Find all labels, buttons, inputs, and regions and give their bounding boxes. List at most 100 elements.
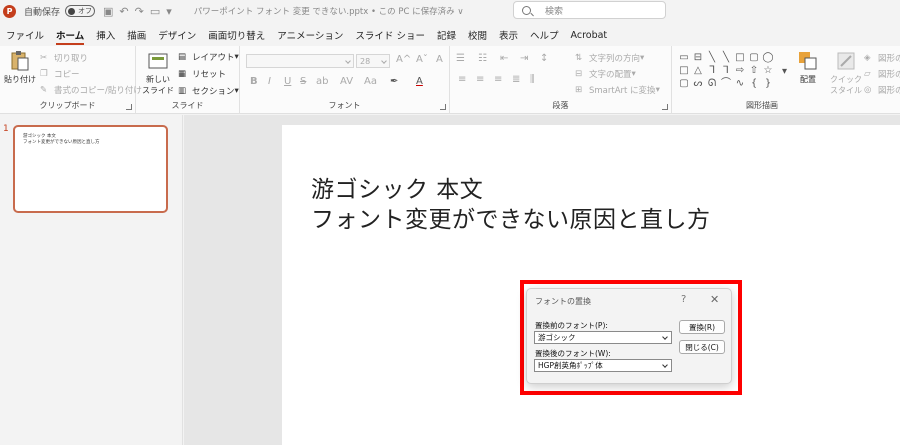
highlight-color-icon[interactable]: ✒ <box>390 76 398 87</box>
rounded-rect-shape-icon[interactable]: ▢ <box>747 51 761 64</box>
clipboard-launcher-icon[interactable] <box>126 104 132 110</box>
brush-icon: ✎ <box>40 85 48 95</box>
arc-shape-icon[interactable]: ⌒ <box>719 77 733 90</box>
tab-help[interactable]: ヘルプ <box>524 26 565 44</box>
tab-record[interactable]: 記録 <box>431 26 462 44</box>
slide-thumbnail[interactable]: 游ゴシック 本文 フォント変更ができない原因と直し方 <box>13 125 168 213</box>
replace-button[interactable]: 置換(R) <box>679 320 725 334</box>
char-spacing-icon[interactable]: AV <box>340 76 353 87</box>
italic-button[interactable]: I <box>268 76 271 87</box>
slide-text-box[interactable]: 游ゴシック 本文 フォント変更ができない原因と直し方 <box>311 175 711 235</box>
undo-icon[interactable]: ↶ <box>119 5 128 18</box>
document-title[interactable]: パワーポイント フォント 変更 できない.pptx • この PC に保存済み … <box>194 5 464 17</box>
clear-format-icon[interactable]: A <box>436 54 443 65</box>
smartart-button[interactable]: ⊞ SmartArt に変換 ▾ <box>575 84 660 96</box>
text-direction-button[interactable]: ⇅ 文字列の方向 ▾ <box>575 52 644 64</box>
decrease-indent-icon[interactable]: ⇤ <box>500 53 508 64</box>
quick-styles-button[interactable]: クイック スタイル <box>830 50 862 96</box>
quick-access-toolbar: ▣ ↶ ↷ ▭ ▾ <box>103 5 172 18</box>
wave-shape-icon[interactable]: ∿ <box>733 77 747 90</box>
bullets-icon[interactable]: ☰ <box>456 53 465 64</box>
present-icon[interactable]: ▭ <box>150 5 160 18</box>
align-right-icon[interactable]: ≡ <box>494 74 502 85</box>
grow-font-icon[interactable]: A^ <box>396 54 411 65</box>
tab-design[interactable]: デザイン <box>152 26 202 44</box>
drawing-group: ▭ ⊟ ╲ ╲ □ ▢ ◯ □ △ ᒣ ⅂ ⇨ ⇧ ☆ ▢ ᔕ ᘏ ⌒ ∿{} ▾ 配置 クイック スタイル ◈… <box>672 46 900 114</box>
font-size-combo[interactable]: 28 <box>356 54 390 68</box>
textbox-shape-icon[interactable]: ▭ <box>677 51 691 64</box>
arrange-button[interactable]: 配置 <box>797 50 819 85</box>
rectangle-shape-icon[interactable]: □ <box>733 51 747 64</box>
vertical-textbox-shape-icon[interactable]: ⊟ <box>691 51 705 64</box>
columns-icon[interactable]: ⫼ <box>530 74 535 85</box>
freeform-shape-icon[interactable]: ᘏ <box>705 77 719 90</box>
cut-button[interactable]: ✂ 切り取り <box>40 52 88 64</box>
new-slide-button[interactable]: 新しい スライド <box>142 50 174 96</box>
font-name-combo[interactable] <box>246 54 354 68</box>
tab-acrobat[interactable]: Acrobat <box>565 26 614 44</box>
line-shape-icon[interactable]: ╲ <box>705 51 719 64</box>
search-box[interactable]: 検索 <box>513 1 666 19</box>
brace-right-shape-icon[interactable]: } <box>761 77 775 90</box>
paragraph-launcher-icon[interactable] <box>662 104 668 110</box>
format-painter-button[interactable]: ✎ 書式のコピー/貼り付け <box>40 84 142 96</box>
replace-with-select[interactable]: HGP創英角ﾎﾟｯﾌﾟ体 <box>534 359 672 372</box>
align-center-icon[interactable]: ≡ <box>476 74 484 85</box>
rect-outline-shape-icon[interactable]: □ <box>677 64 691 77</box>
brace-left-shape-icon[interactable]: { <box>747 77 761 90</box>
elbow-arrow-shape-icon[interactable]: ⅂ <box>719 64 733 77</box>
tab-file[interactable]: ファイル <box>0 26 50 44</box>
font-launcher-icon[interactable] <box>440 104 446 110</box>
replace-from-select[interactable]: 游ゴシック <box>534 331 672 344</box>
shapes-gallery[interactable]: ▭ ⊟ ╲ ╲ □ ▢ ◯ □ △ ᒣ ⅂ ⇨ ⇧ ☆ ▢ ᔕ ᘏ ⌒ ∿{} <box>677 51 777 91</box>
shape-outline-button[interactable]: ▱ 図形の <box>864 68 900 80</box>
copy-button[interactable]: ❐ コピー <box>40 68 80 80</box>
close-icon[interactable]: ✕ <box>710 293 719 306</box>
triangle-shape-icon[interactable]: △ <box>691 64 705 77</box>
tab-home[interactable]: ホーム <box>50 26 90 45</box>
strikethrough-button[interactable]: S <box>300 76 306 87</box>
section-button[interactable]: ▥ セクション ▾ <box>178 85 239 97</box>
tab-draw[interactable]: 描画 <box>121 26 152 44</box>
shadow-button[interactable]: ab <box>316 76 328 87</box>
search-icon <box>522 5 531 15</box>
elbow-shape-icon[interactable]: ᒣ <box>705 64 719 77</box>
arrow-up-shape-icon[interactable]: ⇧ <box>747 64 761 77</box>
star-shape-icon[interactable]: ☆ <box>761 64 775 77</box>
tab-view[interactable]: 表示 <box>493 26 524 44</box>
tab-transitions[interactable]: 画面切り替え <box>202 26 271 44</box>
autosave-toggle[interactable]: オフ <box>65 5 96 17</box>
tab-insert[interactable]: 挿入 <box>90 26 121 44</box>
line-spacing-icon[interactable]: ↕ <box>540 53 548 64</box>
line-shape-icon-2[interactable]: ╲ <box>719 51 733 64</box>
oval-shape-icon[interactable]: ◯ <box>761 51 775 64</box>
justify-icon[interactable]: ≣ <box>512 74 520 85</box>
numbering-icon[interactable]: ☷ <box>478 53 487 64</box>
shape-effects-button[interactable]: ◎ 図形の <box>864 84 900 96</box>
redo-icon[interactable]: ↷ <box>135 5 144 18</box>
paste-button[interactable]: 貼り付け <box>4 50 36 85</box>
underline-button[interactable]: U <box>284 76 291 87</box>
arrow-right-shape-icon[interactable]: ⇨ <box>733 64 747 77</box>
dialog-close-button[interactable]: 閉じる(C) <box>679 340 725 354</box>
change-case-icon[interactable]: Aa <box>364 76 377 87</box>
tab-slideshow[interactable]: スライド ショー <box>349 26 431 44</box>
curve-shape-icon[interactable]: ᔕ <box>691 77 705 90</box>
shrink-font-icon[interactable]: Aˇ <box>416 54 428 65</box>
customize-qat-icon[interactable]: ▾ <box>166 5 172 18</box>
reset-button[interactable]: ▦ リセット <box>178 68 226 80</box>
shapes-more-icon[interactable]: ▾ <box>782 66 787 77</box>
rounded-shape-icon[interactable]: ▢ <box>677 77 691 90</box>
bold-button[interactable]: B <box>250 76 258 87</box>
help-icon[interactable]: ? <box>681 294 686 305</box>
tab-animations[interactable]: アニメーション <box>271 26 349 44</box>
tab-review[interactable]: 校閲 <box>462 26 493 44</box>
layout-button[interactable]: ▤ レイアウト ▾ <box>178 51 239 63</box>
layout-icon: ▤ <box>178 52 187 62</box>
align-left-icon[interactable]: ≡ <box>458 74 466 85</box>
save-icon[interactable]: ▣ <box>103 5 113 18</box>
increase-indent-icon[interactable]: ⇥ <box>520 53 528 64</box>
shape-fill-button[interactable]: ◈ 図形の <box>864 52 900 64</box>
align-text-button[interactable]: ⊟ 文字の配置 ▾ <box>575 68 636 80</box>
font-color-icon[interactable]: A <box>416 76 423 87</box>
